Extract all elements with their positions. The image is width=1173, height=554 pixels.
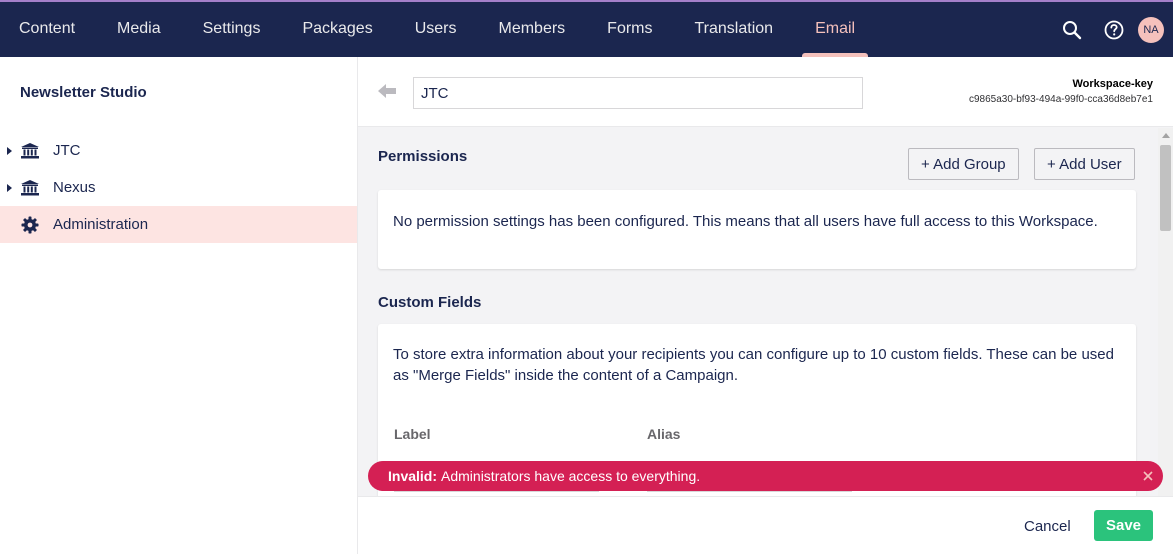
add-user-button[interactable]: + Add User (1034, 148, 1135, 180)
sidebar-title: Newsletter Studio (20, 84, 147, 101)
gear-icon (21, 216, 39, 234)
editor-content: Permissions + Add Group + Add User No pe… (358, 128, 1173, 496)
nav-item-packages[interactable]: Packages (281, 2, 393, 57)
user-avatar[interactable]: NA (1138, 16, 1164, 43)
scroll-up-icon[interactable] (1162, 133, 1170, 138)
sidebar-tree: JTC Nexus Administration (0, 132, 357, 243)
cancel-button[interactable]: Cancel (1018, 511, 1077, 541)
sidebar-item-administration[interactable]: Administration (0, 206, 357, 243)
expand-caret-icon[interactable] (7, 183, 12, 192)
nav-item-content[interactable]: Content (0, 2, 96, 57)
content-scrollbar[interactable] (1158, 128, 1173, 496)
permissions-card: No permission settings has been configur… (378, 190, 1136, 269)
search-icon[interactable] (1051, 9, 1093, 51)
permissions-title: Permissions (378, 148, 468, 165)
nav-item-users[interactable]: Users (394, 2, 478, 57)
nav-item-forms[interactable]: Forms (586, 2, 673, 57)
sidebar-item-nexus[interactable]: Nexus (0, 169, 357, 206)
add-group-button[interactable]: + Add Group (908, 148, 1019, 180)
sidebar: Newsletter Studio JTC Nexus Administrati… (0, 57, 358, 554)
nav-item-members[interactable]: Members (477, 2, 586, 57)
expand-caret-icon[interactable] (7, 146, 12, 155)
permissions-message: No permission settings has been configur… (393, 213, 1098, 230)
toast-prefix: Invalid: (388, 468, 438, 484)
help-icon[interactable] (1093, 9, 1135, 51)
sidebar-item-label: Administration (53, 216, 149, 233)
sidebar-item-label: Nexus (53, 179, 96, 196)
workspace-key-label: Workspace-key (1072, 78, 1153, 90)
bank-icon (21, 142, 39, 160)
nav-item-email[interactable]: Email (794, 2, 876, 57)
workspace-name-input[interactable] (413, 77, 863, 109)
top-actions: NA (1051, 2, 1173, 57)
custom-fields-title: Custom Fields (378, 294, 482, 311)
workspace-key-value: c9865a30-bf93-494a-99f0-cca36d8eb7e1 (968, 94, 1153, 105)
nav-item-media[interactable]: Media (96, 2, 182, 57)
nav-item-settings[interactable]: Settings (182, 2, 282, 57)
column-header-label: Label (394, 426, 431, 442)
save-button[interactable]: Save (1094, 510, 1153, 541)
error-toast: Invalid: Administrators have access to e… (368, 461, 1163, 491)
bank-icon (21, 179, 39, 197)
custom-fields-description: To store extra information about your re… (393, 346, 1114, 384)
editor-header: Workspace-key c9865a30-bf93-494a-99f0-cc… (358, 57, 1173, 127)
section-nav: Content Media Settings Packages Users Me… (0, 2, 876, 57)
toast-message: Administrators have access to everything… (441, 468, 701, 484)
sidebar-item-jtc[interactable]: JTC (0, 132, 357, 169)
editor-footer: Cancel Save (358, 496, 1173, 554)
close-icon[interactable] (1139, 467, 1157, 485)
nav-item-translation[interactable]: Translation (674, 2, 795, 57)
scroll-thumb[interactable] (1160, 145, 1171, 231)
top-navigation-bar: Content Media Settings Packages Users Me… (0, 0, 1173, 57)
sidebar-item-label: JTC (53, 142, 81, 159)
back-arrow-icon[interactable] (378, 84, 396, 103)
column-header-alias: Alias (647, 426, 681, 442)
